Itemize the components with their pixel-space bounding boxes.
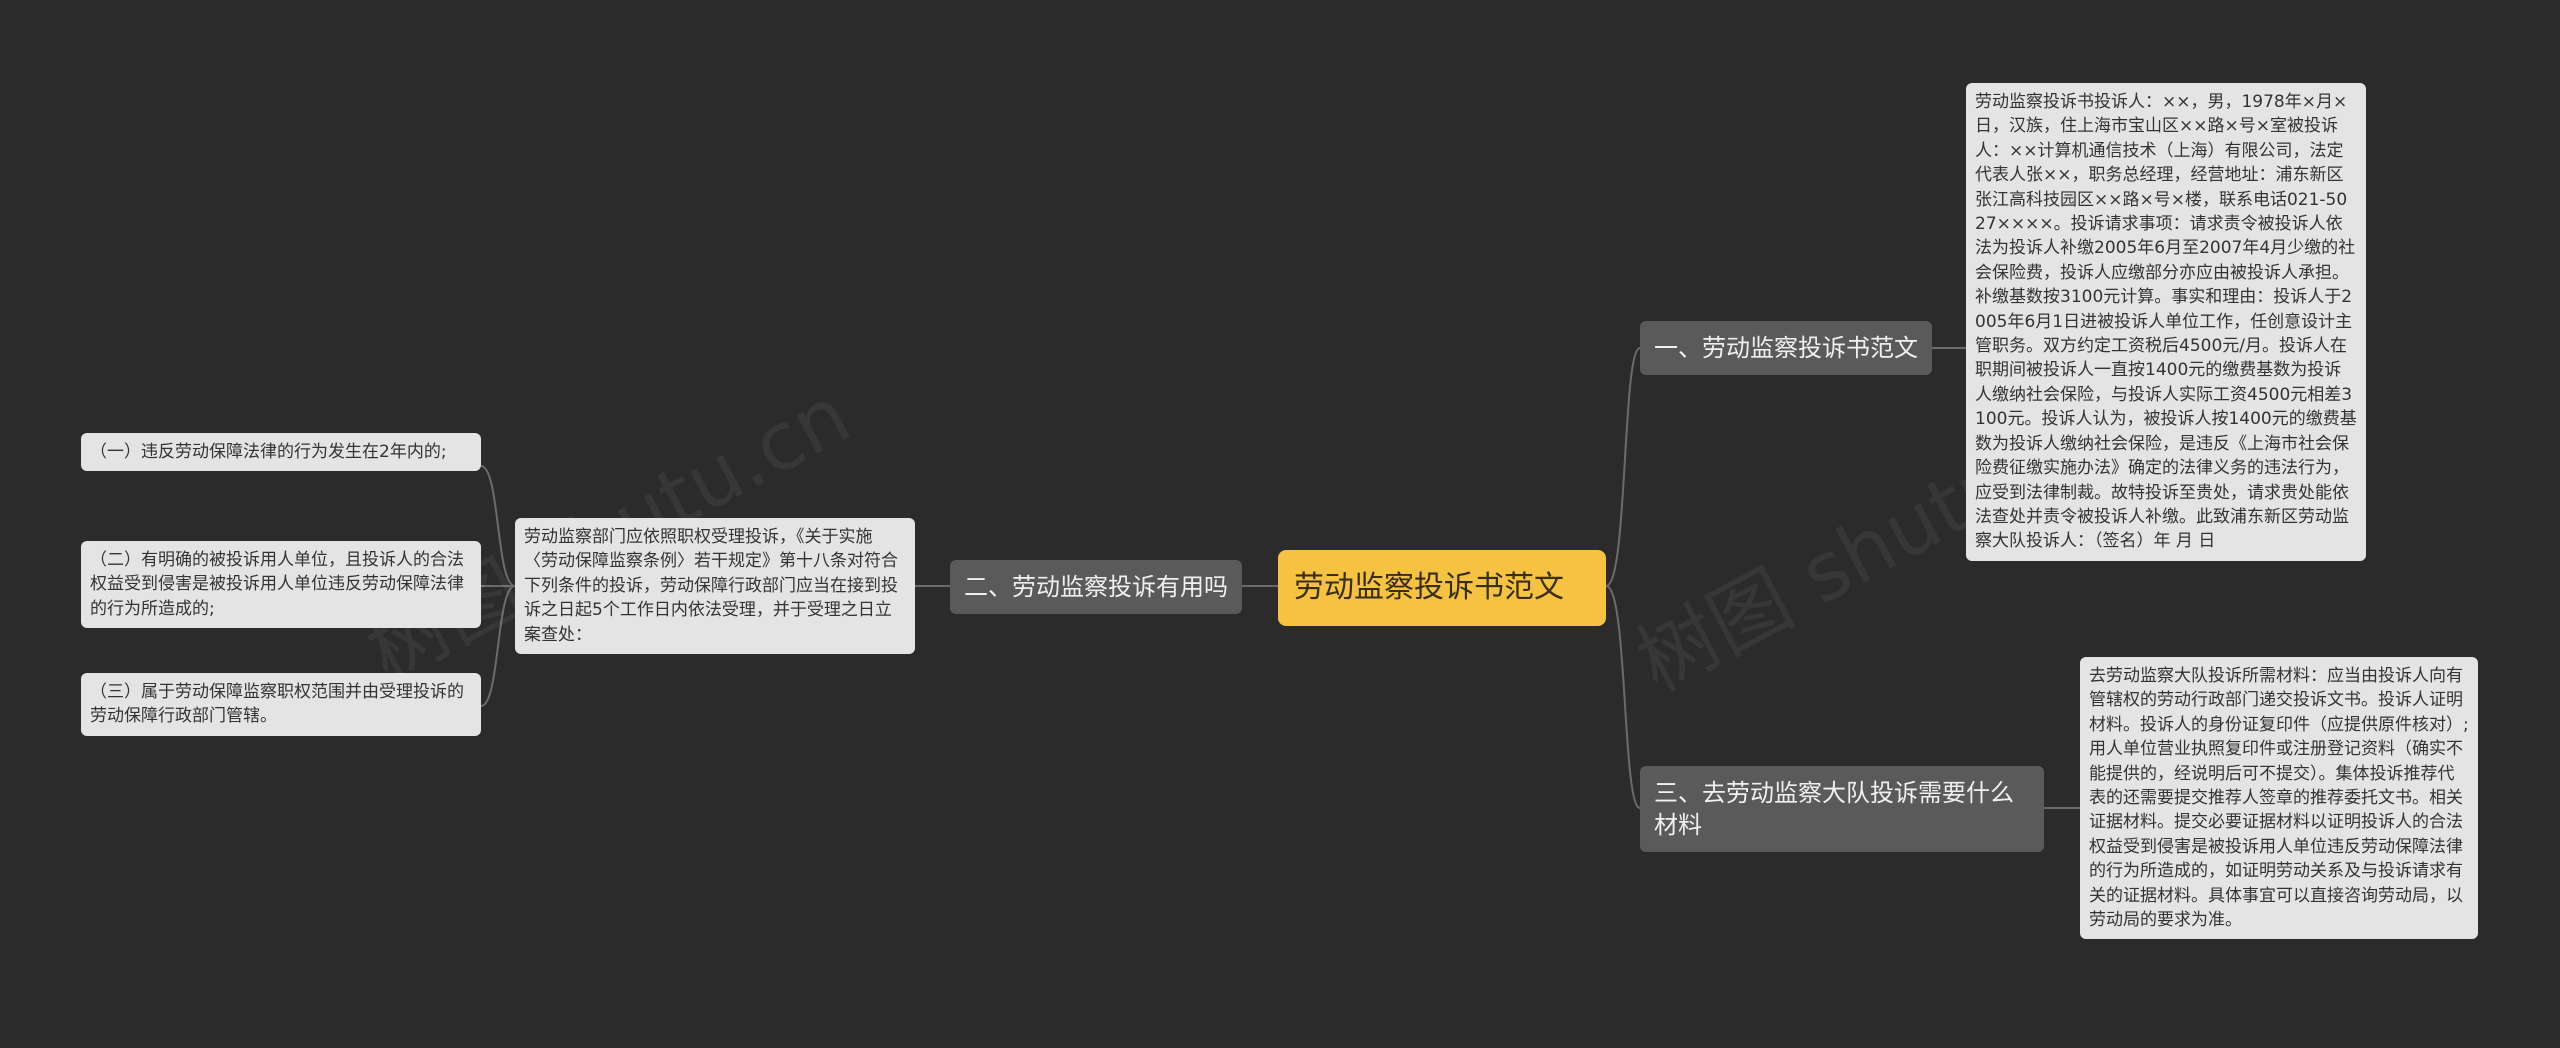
link-root-b1 xyxy=(1605,347,1641,587)
leaf-condition-2[interactable]: （二）有明确的被投诉用人单位，且投诉人的合法权益受到侵害是被投诉用人单位违反劳动… xyxy=(81,541,481,629)
link-l2-c1 xyxy=(480,465,516,587)
leaf-condition-3[interactable]: （三）属于劳动保障监察职权范围并由受理投诉的劳动保障行政部门管辖。 xyxy=(81,673,481,736)
branch-node-complaint-useful[interactable]: 二、劳动监察投诉有用吗 xyxy=(950,560,1242,614)
leaf-required-materials-text[interactable]: 去劳动监察大队投诉所需材料：应当由投诉人向有管辖权的劳动行政部门递交投诉文书。投… xyxy=(2080,657,2478,940)
leaf-acceptance-conditions[interactable]: 劳动监察部门应依照职权受理投诉，《关于实施〈劳动保障监察条例〉若干规定》第十八条… xyxy=(515,518,915,655)
branch-node-complaint-sample[interactable]: 一、劳动监察投诉书范文 xyxy=(1640,321,1932,375)
branch-node-required-materials[interactable]: 三、去劳动监察大队投诉需要什么材料 xyxy=(1640,766,2044,852)
link-l2-c3 xyxy=(480,585,516,707)
leaf-condition-1[interactable]: （一）违反劳动保障法律的行为发生在2年内的; xyxy=(81,433,481,472)
link-root-b3 xyxy=(1605,585,1641,809)
root-node[interactable]: 劳动监察投诉书范文 xyxy=(1278,550,1606,626)
leaf-complaint-sample-text[interactable]: 劳动监察投诉书投诉人：××，男，1978年×月×日，汉族，住上海市宝山区××路×… xyxy=(1966,83,2366,561)
mind-map: 树图 shutu.cn 树图 shutu.cn 劳动监察投诉书范文 一、劳动监察… xyxy=(0,0,2560,1048)
